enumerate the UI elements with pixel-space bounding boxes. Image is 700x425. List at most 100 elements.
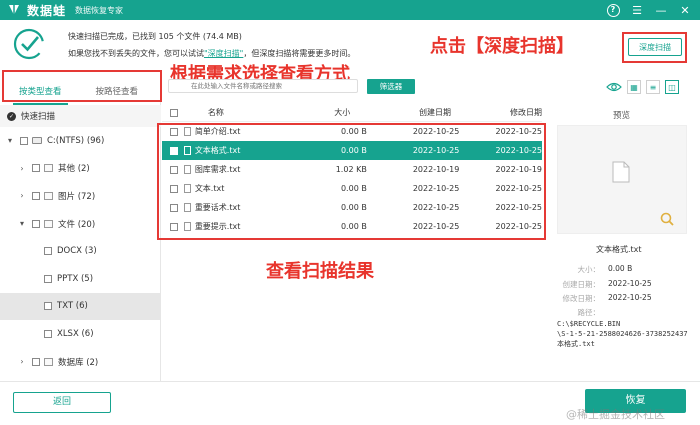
zoom-icon[interactable]	[660, 212, 674, 226]
app-name: 数据蛙	[27, 3, 67, 18]
folder-icon	[44, 219, 53, 228]
app-logo-icon	[9, 5, 19, 15]
tree-item-checkbox[interactable]	[44, 274, 52, 283]
tree-item[interactable]: TXT (6)	[0, 292, 161, 321]
tree-item-checkbox[interactable]	[20, 136, 28, 145]
meta-value: 0.00 B	[608, 264, 633, 273]
chevron-right-icon[interactable]: ›	[18, 164, 26, 173]
scan-status: 快速扫描已完成，已找到 105 个文件 (74.4 MB) 如果您找不到丢失的文…	[0, 20, 700, 68]
minimize-button[interactable]: —	[654, 3, 668, 17]
path-line: C:\$RECYCLE.BIN	[557, 320, 621, 328]
check-circle-icon: ✓	[7, 111, 16, 121]
path-line: \S-1-5-21-2588024626-3738252437	[557, 330, 688, 338]
detail-icon: ◫	[668, 82, 676, 92]
preview-path: C:\$RECYCLE.BIN \S-1-5-21-2588024626-373…	[557, 319, 697, 349]
preview-label: 预览	[613, 111, 631, 121]
tree-item-checkbox[interactable]	[44, 247, 52, 256]
tree-header-label: 快速扫描	[21, 112, 56, 122]
select-all-checkbox[interactable]	[169, 108, 178, 117]
tree-item-checkbox[interactable]	[44, 302, 52, 311]
filter-button[interactable]: 筛选器	[367, 79, 415, 94]
tree-item[interactable]: › 数据库 (2)	[0, 348, 161, 376]
tree-item-label: C:(NTFS) (96)	[47, 135, 105, 146]
meta-value: 2022-10-25	[608, 279, 652, 288]
watermark: @稀土掘金技术社区	[566, 408, 665, 421]
list-view-button[interactable]: ≡	[646, 80, 660, 94]
help-button[interactable]: ?	[606, 3, 620, 17]
title-bar: 数据蛙 数据恢复专家 ? ☰ — ✕	[0, 0, 700, 20]
meta-key: 修改日期：	[562, 294, 601, 303]
meta-created: 创建日期： 2022-10-25	[560, 279, 652, 290]
folder-icon	[44, 357, 53, 366]
tree-item-label: DOCX (3)	[57, 246, 97, 257]
document-icon	[612, 161, 630, 183]
tree-item[interactable]: XLSX (6)	[0, 320, 161, 348]
eye-icon[interactable]	[606, 81, 622, 93]
chevron-right-icon[interactable]: ›	[18, 191, 26, 200]
tree-item-label: 文件 (20)	[58, 219, 96, 230]
deep-scan-hint: 如果您找不到丢失的文件，您可以试试"深度扫描"，但深度扫描将需要更多时间。	[68, 48, 355, 59]
tree-item-label: TXT (6)	[57, 301, 88, 312]
tree-item[interactable]: › 图片 (72)	[0, 182, 161, 210]
table-header: 名称 大小 创建日期 修改日期	[162, 104, 542, 122]
select-all-cell	[168, 108, 180, 117]
close-icon: ✕	[680, 3, 690, 17]
window-controls: ? ☰ — ✕	[606, 3, 692, 17]
app-subtitle: 数据恢复专家	[75, 5, 124, 15]
tree-item[interactable]: ▾ C:(NTFS) (96)	[0, 127, 161, 155]
grid-icon: ▦	[630, 82, 638, 92]
tree-item-checkbox[interactable]	[32, 219, 40, 228]
back-button[interactable]: 返回	[13, 392, 111, 413]
left-panel: 按类型查看 按路径查看 ✓ 快速扫描 ▾ C:(NTFS) (96) › 其他 (2)…	[0, 71, 161, 381]
meta-key: 大小：	[577, 265, 601, 274]
tree-item-label: 图片 (72)	[58, 191, 96, 202]
tree-item-label: 数据库 (2)	[58, 357, 99, 368]
col-size[interactable]: 大小	[279, 107, 350, 118]
tree-item[interactable]: PPTX (5)	[0, 265, 161, 293]
folder-icon	[44, 164, 53, 173]
scan-summary-text: 快速扫描已完成，已找到 105 个文件 (74.4 MB)	[68, 32, 242, 41]
deep-scan-button[interactable]: 深度扫描	[628, 38, 682, 56]
tree-item-checkbox[interactable]	[32, 357, 40, 366]
list-icon: ≡	[649, 82, 657, 92]
search-input[interactable]	[168, 79, 358, 93]
close-button[interactable]: ✕	[678, 3, 692, 17]
tree-items: ▾ C:(NTFS) (96) › 其他 (2) › 图片 (72) ▾ 文件 (20) DOC…	[0, 127, 161, 375]
meta-path: 路径：	[560, 307, 608, 318]
chevron-right-icon[interactable]: ›	[18, 357, 26, 366]
meta-modified: 修改日期： 2022-10-25	[560, 293, 652, 304]
tree-item[interactable]: DOCX (3)	[0, 237, 161, 265]
col-modified[interactable]: 修改日期	[451, 107, 542, 118]
annotation-deep-scan: 点击【深度扫描】	[430, 36, 574, 57]
meta-key: 创建日期：	[562, 280, 601, 289]
minimize-icon: —	[655, 3, 667, 17]
view-mode-switcher: ▦ ≡ ◫	[606, 80, 679, 94]
col-name[interactable]: 名称	[180, 107, 279, 118]
tree-item-checkbox[interactable]	[32, 191, 40, 200]
meta-key: 路径：	[577, 308, 601, 317]
folder-tree: ✓ 快速扫描 ▾ C:(NTFS) (96) › 其他 (2) › 图片 (72) ▾ 文件 …	[0, 105, 161, 375]
chevron-down-icon[interactable]: ▾	[6, 136, 14, 145]
col-created[interactable]: 创建日期	[350, 107, 451, 118]
detail-view-button[interactable]: ◫	[665, 80, 679, 94]
tree-item[interactable]: ▾ 文件 (20)	[0, 210, 161, 238]
tree-item-label: XLSX (6)	[57, 328, 94, 339]
tree-header[interactable]: ✓ 快速扫描	[0, 105, 161, 127]
meta-size: 大小： 0.00 B	[560, 264, 633, 275]
chevron-down-icon[interactable]: ▾	[18, 219, 26, 228]
drive-icon	[32, 137, 42, 145]
tree-item-label: PPTX (5)	[57, 273, 94, 284]
tree-item[interactable]: › 其他 (2)	[0, 155, 161, 183]
deep-scan-link[interactable]: "深度扫描"	[204, 49, 243, 58]
tree-item-checkbox[interactable]	[32, 164, 40, 173]
grid-view-button[interactable]: ▦	[627, 80, 641, 94]
image-icon	[44, 191, 53, 200]
highlight-box-results	[157, 123, 546, 240]
hint-suffix: ，但深度扫描将需要更多时间。	[243, 49, 356, 58]
scan-complete-check-icon	[13, 28, 45, 60]
menu-button[interactable]: ☰	[630, 3, 644, 17]
meta-value: 2022-10-25	[608, 293, 652, 302]
help-icon: ?	[606, 3, 620, 17]
annotation-view-results: 查看扫描结果	[266, 261, 374, 282]
tree-item-checkbox[interactable]	[44, 329, 52, 338]
